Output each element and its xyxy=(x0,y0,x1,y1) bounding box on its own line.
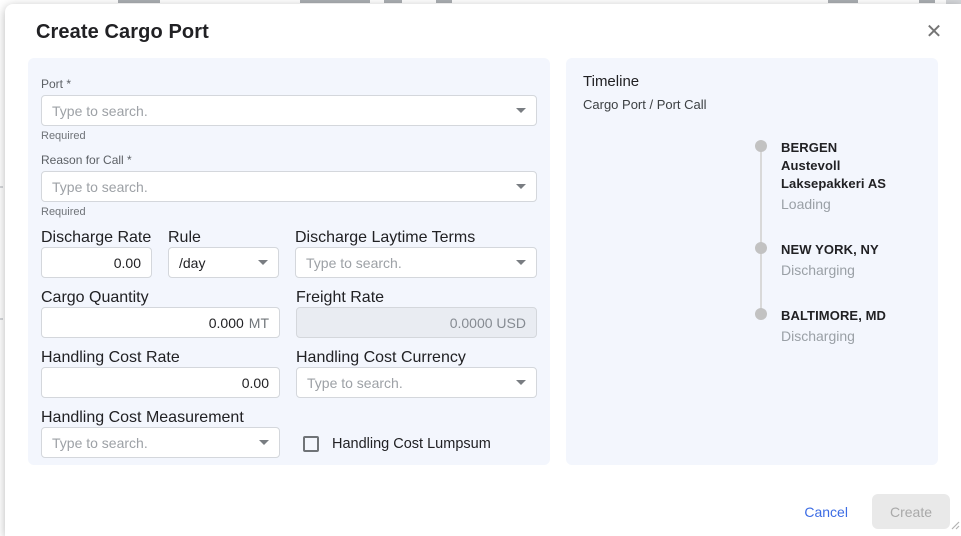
freight-rate-field xyxy=(296,307,537,338)
cancel-button[interactable]: Cancel xyxy=(790,496,862,528)
freight-rate-label: Freight Rate xyxy=(296,289,384,306)
timeline-subtitle: Cargo Port / Port Call xyxy=(583,97,921,112)
port-helper-text: Required xyxy=(41,130,537,142)
create-cargo-port-dialog: Create Cargo Port ✕ Port * Required Reas… xyxy=(5,4,961,536)
chevron-down-icon xyxy=(258,260,268,265)
dialog-title: Create Cargo Port xyxy=(36,21,209,44)
discharge-laytime-combobox xyxy=(295,247,537,278)
quantity-freight-row: Cargo Quantity MT Freight Rate xyxy=(41,289,537,338)
timeline-dot-icon xyxy=(755,242,767,254)
discharge-laytime-field-group: Discharge Laytime Terms xyxy=(295,229,537,278)
handling-cost-lumpsum-checkbox[interactable] xyxy=(303,436,319,452)
background-page-remnant xyxy=(384,0,402,3)
timeline-item-status: Discharging xyxy=(781,261,921,280)
cargo-port-form: Port * Required Reason for Call * Requir… xyxy=(28,58,550,465)
handling-cost-currency-input[interactable] xyxy=(307,375,508,391)
discharge-laytime-label: Discharge Laytime Terms xyxy=(295,229,475,246)
background-page-remnant xyxy=(919,0,935,3)
handling-cost-measurement-input[interactable] xyxy=(52,435,251,451)
measurement-lumpsum-row: Handling Cost Measurement Handling Cost … xyxy=(41,409,537,459)
discharge-rate-field xyxy=(41,247,152,278)
timeline-item: BALTIMORE, MD Discharging xyxy=(755,307,921,346)
handling-cost-currency-label: Handling Cost Currency xyxy=(296,349,466,366)
dialog-footer: Cancel Create xyxy=(790,494,950,529)
background-page-remnant xyxy=(300,0,370,3)
rule-field-group: Rule /day xyxy=(168,229,279,278)
background-page-remnant xyxy=(0,186,3,188)
timeline-item: BERGEN Austevoll Laksepakkeri AS Loading xyxy=(755,139,921,214)
timeline-item-port: BALTIMORE, MD xyxy=(781,307,921,325)
port-input[interactable] xyxy=(52,103,508,119)
timeline-title: Timeline xyxy=(583,73,921,90)
handling-cost-rate-field xyxy=(41,367,280,398)
timeline-dot-icon xyxy=(755,308,767,320)
handling-cost-rate-label: Handling Cost Rate xyxy=(41,349,180,366)
cargo-quantity-input[interactable] xyxy=(52,315,244,331)
cargo-quantity-field: MT xyxy=(41,307,280,338)
timeline-item-port: BERGEN xyxy=(781,139,921,157)
port-combobox xyxy=(41,95,537,126)
timeline-panel: Timeline Cargo Port / Port Call BERGEN A… xyxy=(566,58,938,465)
timeline-item-status: Discharging xyxy=(781,327,921,346)
cargo-quantity-label: Cargo Quantity xyxy=(41,289,149,306)
timeline-dot-icon xyxy=(755,140,767,152)
reason-for-call-label: Reason for Call * xyxy=(41,153,537,167)
create-button[interactable]: Create xyxy=(872,494,950,529)
handling-cost-measurement-field-group: Handling Cost Measurement xyxy=(41,409,280,459)
timeline-item: NEW YORK, NY Discharging xyxy=(755,241,921,280)
background-page-remnant xyxy=(118,0,160,3)
handling-cost-lumpsum-label: Handling Cost Lumpsum xyxy=(332,436,491,452)
handling-cost-rate-input[interactable] xyxy=(52,375,269,391)
rule-label: Rule xyxy=(168,229,201,246)
handling-cost-currency-field-group: Handling Cost Currency xyxy=(296,349,537,398)
cargo-quantity-field-group: Cargo Quantity MT xyxy=(41,289,280,338)
timeline-item-status: Loading xyxy=(781,195,921,214)
background-page-remnant xyxy=(0,318,3,320)
discharge-row: Discharge Rate Rule /day Discharge Layti… xyxy=(41,229,537,278)
handling-cost-row: Handling Cost Rate Handling Cost Currenc… xyxy=(41,349,537,398)
chevron-down-icon xyxy=(516,184,526,189)
chevron-down-icon xyxy=(516,260,526,265)
timeline-items: BERGEN Austevoll Laksepakkeri AS Loading… xyxy=(755,139,921,346)
cargo-quantity-unit: MT xyxy=(249,315,269,331)
freight-rate-input xyxy=(307,315,526,331)
timeline-item-company: Austevoll Laksepakkeri AS xyxy=(781,157,921,193)
reason-for-call-input[interactable] xyxy=(52,179,508,195)
handling-cost-rate-field-group: Handling Cost Rate xyxy=(41,349,280,398)
background-page-remnant xyxy=(828,0,858,3)
discharge-rate-label: Discharge Rate xyxy=(41,229,151,246)
rule-selected-value: /day xyxy=(179,255,250,271)
resize-handle[interactable] xyxy=(950,517,960,535)
chevron-down-icon xyxy=(259,440,269,445)
port-label: Port * xyxy=(41,77,537,91)
close-icon[interactable]: ✕ xyxy=(920,18,948,46)
discharge-rate-field-group: Discharge Rate xyxy=(41,229,152,278)
handling-cost-measurement-label: Handling Cost Measurement xyxy=(41,409,244,426)
reason-for-call-helper-text: Required xyxy=(41,206,537,218)
discharge-laytime-input[interactable] xyxy=(306,255,508,271)
handling-cost-currency-combobox xyxy=(296,367,537,398)
handling-cost-measurement-combobox xyxy=(41,427,280,458)
handling-cost-lumpsum-group: Handling Cost Lumpsum xyxy=(296,428,537,459)
freight-rate-field-group: Freight Rate xyxy=(296,289,537,338)
chevron-down-icon xyxy=(516,108,526,113)
rule-select[interactable]: /day xyxy=(168,247,279,278)
background-page-remnant xyxy=(436,0,452,3)
discharge-rate-input[interactable] xyxy=(52,255,141,271)
reason-for-call-combobox xyxy=(41,171,537,202)
chevron-down-icon xyxy=(516,380,526,385)
port-field-group: Port * Required xyxy=(41,77,537,142)
timeline-item-port: NEW YORK, NY xyxy=(781,241,921,259)
reason-for-call-field-group: Reason for Call * Required xyxy=(41,153,537,218)
